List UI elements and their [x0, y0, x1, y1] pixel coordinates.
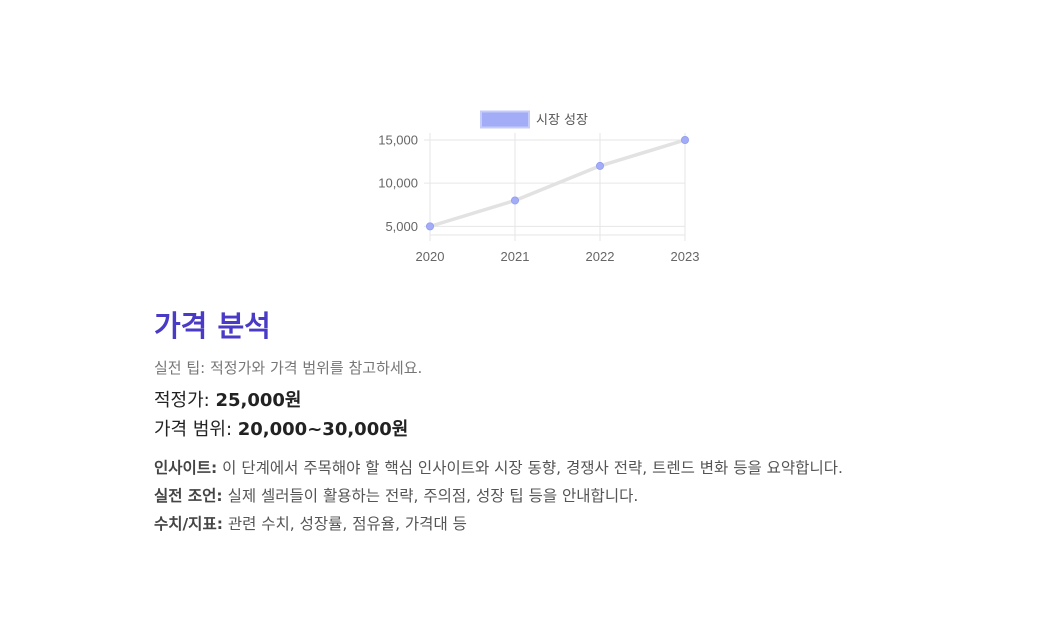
price-range-row: 가격 범위: 20,000~30,000원 [154, 415, 934, 444]
fair-price-row: 적정가: 25,000원 [154, 386, 934, 415]
price-metrics: 적정가: 25,000원 가격 범위: 20,000~30,000원 [154, 386, 934, 444]
notes: 인사이트: 이 단계에서 주목해야 할 핵심 인사이트와 시장 동향, 경쟁사 … [154, 456, 934, 536]
metric-label: 수치/지표: [154, 515, 223, 533]
advice-note: 실전 조언: 실제 셀러들이 활용하는 전략, 주의점, 성장 팁 등을 안내합… [154, 484, 934, 508]
data-point [426, 222, 435, 231]
x-tick-label: 2020 [416, 249, 445, 264]
y-tick-label: 5,000 [385, 219, 418, 234]
legend-label: 시장 성장 [536, 113, 588, 128]
insight-label: 인사이트: [154, 459, 218, 477]
metric-text: 관련 수치, 성장률, 점유율, 가격대 등 [222, 515, 467, 533]
market-growth-chart: 5,000 10,000 15,000 2020 2021 2022 2023 시장 성장 [355, 100, 715, 275]
metric-note: 수치/지표: 관련 수치, 성장률, 점유율, 가격대 등 [154, 512, 934, 536]
advice-label: 실전 조언: [154, 487, 223, 505]
advice-text: 실제 셀러들이 활용하는 전략, 주의점, 성장 팁 등을 안내합니다. [222, 487, 639, 505]
page-title: 가격 분석 [154, 309, 271, 343]
legend-swatch [480, 110, 530, 129]
x-tick-label: 2023 [671, 249, 700, 264]
x-tick-label: 2021 [501, 249, 530, 264]
data-point [680, 136, 689, 145]
price-range-label: 가격 범위: [154, 419, 238, 440]
fair-price-value: 25,000원 [215, 390, 302, 411]
x-tick-label: 2022 [586, 249, 615, 264]
price-analysis-section: 가격 분석 실전 팁: 적정가와 가격 범위를 참고하세요. 적정가: 25,0… [154, 306, 934, 540]
insight-note: 인사이트: 이 단계에서 주목해야 할 핵심 인사이트와 시장 동향, 경쟁사 … [154, 456, 934, 480]
data-point [595, 161, 604, 170]
y-tick-label: 10,000 [378, 176, 418, 191]
insight-text: 이 단계에서 주목해야 할 핵심 인사이트와 시장 동향, 경쟁사 전략, 트렌… [217, 459, 843, 477]
chart-svg: 5,000 10,000 15,000 2020 2021 2022 2023 시장 성장 [378, 110, 700, 264]
fair-price-label: 적정가: [154, 390, 216, 411]
tip-text: 실전 팁: 적정가와 가격 범위를 참고하세요. [154, 359, 423, 377]
y-tick-label: 15,000 [378, 133, 418, 148]
price-range-value: 20,000~30,000원 [237, 419, 409, 440]
data-point [510, 196, 519, 205]
